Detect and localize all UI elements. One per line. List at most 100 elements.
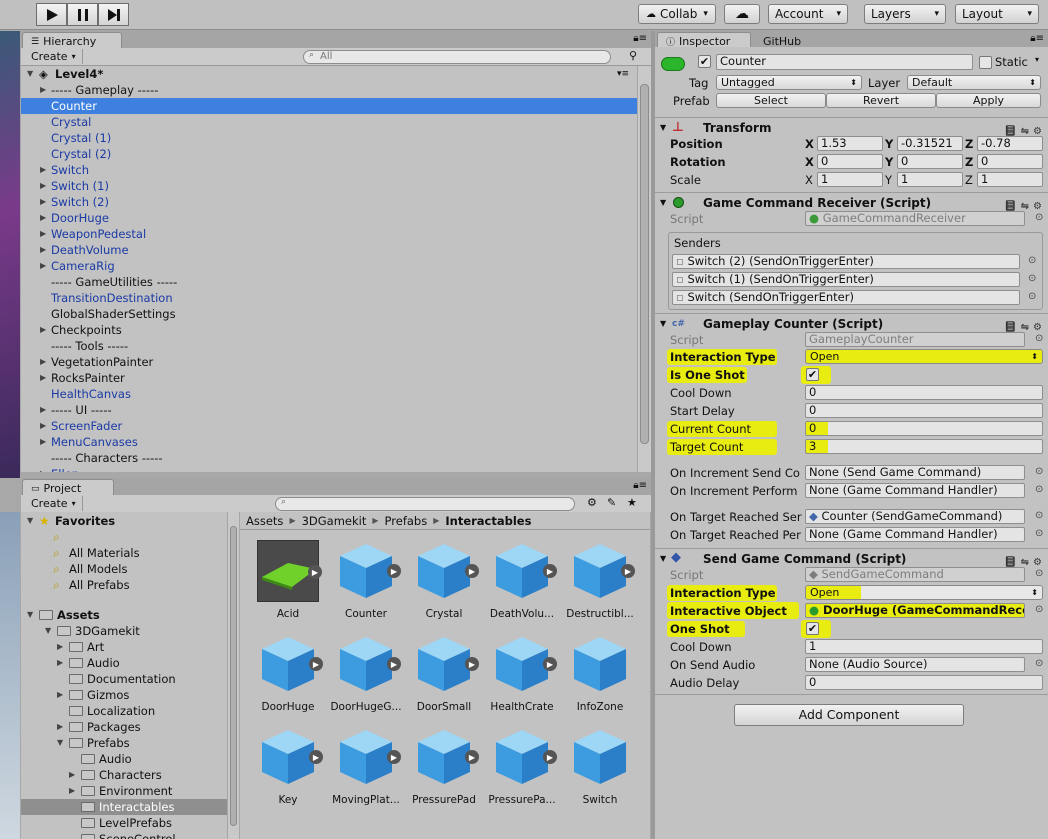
hierarchy-item[interactable]: ▶ ----- UI -----: [21, 402, 637, 418]
hierarchy-item[interactable]: ▶ RocksPainter: [21, 370, 637, 386]
folder-item[interactable]: ▶ Art: [21, 639, 227, 655]
chevron-down-icon[interactable]: ▾: [1035, 55, 1039, 64]
play-preview-icon[interactable]: ▶: [543, 657, 557, 671]
play-preview-icon[interactable]: ▶: [387, 750, 401, 764]
project-search-input[interactable]: [275, 497, 575, 511]
chevron-right-icon[interactable]: ▶: [40, 226, 46, 242]
assets-header[interactable]: ▼ Assets: [21, 607, 227, 623]
hierarchy-item[interactable]: Counter: [21, 98, 637, 114]
on-target-perform-field[interactable]: None (Game Command Handler): [805, 527, 1025, 542]
hierarchy-scrollbar[interactable]: [637, 66, 651, 472]
hierarchy-item[interactable]: ▶ DeathVolume: [21, 242, 637, 258]
hierarchy-item[interactable]: ▶ CameraRig: [21, 258, 637, 274]
interactive-object-field[interactable]: ● DoorHuge (GameCommandRece: [805, 603, 1025, 618]
target-count-input[interactable]: 3: [805, 439, 1043, 454]
send-header[interactable]: ▼ ◆ Send Game Command (Script) 📘︎ ⇋ ⚙: [655, 548, 1048, 568]
asset-item[interactable]: ▶ Acid: [248, 540, 328, 620]
folder-item[interactable]: Audio: [21, 751, 227, 767]
hierarchy-item[interactable]: GlobalShaderSettings: [21, 306, 637, 322]
hierarchy-item[interactable]: ▶ Switch: [21, 162, 637, 178]
scrollbar-thumb[interactable]: [640, 84, 649, 444]
step-button[interactable]: [98, 3, 129, 26]
hierarchy-item[interactable]: Crystal (2): [21, 146, 637, 162]
folder-item[interactable]: ▶ Environment: [21, 783, 227, 799]
asset-item[interactable]: ▶ Key: [248, 726, 328, 806]
start-delay-input[interactable]: 0: [805, 403, 1043, 418]
chevron-right-icon[interactable]: ▶: [40, 418, 46, 434]
play-preview-icon[interactable]: ▶: [465, 564, 479, 578]
sender-field[interactable]: ▫ Switch (SendOnTriggerEnter): [672, 290, 1020, 305]
hierarchy-item[interactable]: ▶ Switch (2): [21, 194, 637, 210]
layers-dropdown[interactable]: Layers ▾: [864, 4, 946, 24]
lock-icon[interactable]: 🔒︎≡: [1030, 33, 1044, 44]
asset-item[interactable]: ▶ Crystal: [404, 540, 484, 620]
play-preview-icon[interactable]: ▶: [387, 564, 401, 578]
lock-icon[interactable]: 🔒︎≡: [633, 480, 647, 491]
breadcrumb-item[interactable]: Prefabs: [385, 514, 428, 528]
folder-item[interactable]: Localization: [21, 703, 227, 719]
object-picker-icon[interactable]: ⊙: [1035, 484, 1043, 495]
scale-z-input[interactable]: 1: [977, 172, 1043, 187]
object-picker-icon[interactable]: ⊙: [1035, 528, 1043, 539]
folder-item[interactable]: Interactables: [21, 799, 227, 815]
send-cool-down-input[interactable]: 1: [805, 639, 1043, 654]
scene-row[interactable]: ▼ ◈ Level4* ▾≡: [21, 66, 637, 82]
chevron-down-icon[interactable]: ▼: [57, 735, 63, 751]
hierarchy-item[interactable]: ----- GameUtilities -----: [21, 274, 637, 290]
object-picker-icon[interactable]: ⊙: [1035, 568, 1043, 579]
static-checkbox[interactable]: [979, 56, 992, 69]
on-send-audio-field[interactable]: None (Audio Source): [805, 657, 1025, 672]
position-z-input[interactable]: -0.78: [977, 136, 1043, 151]
pause-button[interactable]: [67, 3, 98, 26]
rotation-x-input[interactable]: 0: [817, 154, 883, 169]
hierarchy-item[interactable]: ▶ Checkpoints: [21, 322, 637, 338]
layer-dropdown[interactable]: Default ⬍: [907, 75, 1041, 90]
active-checkbox[interactable]: ✔: [698, 55, 711, 68]
favorites-header[interactable]: ▼ ★ Favorites: [21, 513, 227, 529]
breadcrumb-item[interactable]: Interactables: [445, 514, 531, 528]
asset-item[interactable]: ▶ MovingPlat...: [326, 726, 406, 806]
chevron-right-icon[interactable]: ▶: [40, 82, 46, 98]
hierarchy-item[interactable]: TransitionDestination: [21, 290, 637, 306]
chevron-right-icon[interactable]: ▶: [40, 354, 46, 370]
folder-item[interactable]: Documentation: [21, 671, 227, 687]
chevron-right-icon[interactable]: ▶: [40, 162, 46, 178]
play-preview-icon[interactable]: ▶: [543, 564, 557, 578]
play-preview-icon[interactable]: ▶: [465, 657, 479, 671]
object-picker-icon[interactable]: ⊙: [1028, 291, 1036, 302]
on-increment-send-field[interactable]: None (Send Game Command): [805, 465, 1025, 480]
object-picker-icon[interactable]: ⊙: [1035, 212, 1043, 223]
send-interaction-type-dropdown[interactable]: Open ⬍: [805, 585, 1043, 600]
play-preview-icon[interactable]: ▶: [543, 750, 557, 764]
on-increment-perform-field[interactable]: None (Game Command Handler): [805, 483, 1025, 498]
asset-item[interactable]: InfoZone: [560, 633, 640, 713]
hierarchy-item[interactable]: Crystal: [21, 114, 637, 130]
asset-item[interactable]: ▶ PressurePad: [404, 726, 484, 806]
tab-project[interactable]: ▭ Project: [22, 479, 114, 496]
folder-tree-scrollbar[interactable]: [227, 512, 239, 839]
gameobject-icon[interactable]: [661, 57, 685, 71]
sender-field[interactable]: ▫ Switch (1) (SendOnTriggerEnter): [672, 272, 1020, 287]
cloud-button[interactable]: ☁: [724, 4, 760, 24]
chevron-right-icon[interactable]: ▶: [40, 402, 46, 418]
chevron-right-icon[interactable]: ▶: [40, 434, 46, 450]
folder-item[interactable]: ▶ Packages: [21, 719, 227, 735]
asset-item[interactable]: ▶ PressurePa...: [482, 726, 562, 806]
asset-item[interactable]: ▶ DoorHuge: [248, 633, 328, 713]
tag-dropdown[interactable]: Untagged ⬍: [716, 75, 862, 90]
chevron-right-icon[interactable]: ▶: [40, 258, 46, 274]
favorite-item[interactable]: ⌕ All Materials: [21, 545, 227, 561]
chevron-right-icon[interactable]: ▶: [69, 767, 75, 783]
chevron-right-icon[interactable]: ▶: [40, 242, 46, 258]
asset-item[interactable]: ▶ Counter: [326, 540, 406, 620]
hierarchy-item[interactable]: ▶ WeaponPedestal: [21, 226, 637, 242]
object-picker-icon[interactable]: ⊙: [1035, 658, 1043, 669]
object-name-input[interactable]: Counter: [716, 54, 973, 70]
play-preview-icon[interactable]: ▶: [387, 657, 401, 671]
chevron-right-icon[interactable]: ▶: [40, 322, 46, 338]
prefab-select-button[interactable]: Select: [716, 93, 826, 108]
breadcrumb-item[interactable]: 3DGamekit: [302, 514, 367, 528]
hierarchy-search-input[interactable]: All: [303, 50, 611, 64]
account-dropdown[interactable]: Account ▾: [768, 4, 848, 24]
object-picker-icon[interactable]: ⊙: [1035, 604, 1043, 615]
